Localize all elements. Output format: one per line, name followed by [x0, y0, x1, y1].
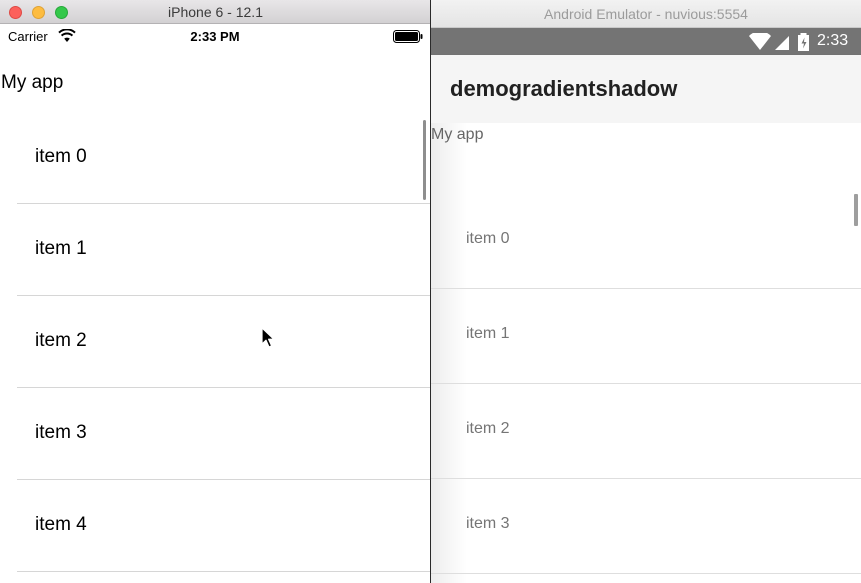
- android-status-icons: [749, 33, 809, 51]
- android-app-bar: demogradientshadow: [431, 55, 861, 123]
- android-list-scrollbar[interactable]: [854, 194, 858, 226]
- android-app-label: My app: [431, 126, 484, 143]
- android-emulator-window: Android Emulator - nuvious:5554 2:33 dem…: [431, 0, 861, 583]
- android-content: My app item 0 item 1 item 2 item 3: [431, 123, 861, 583]
- list-item-label: item 4: [35, 514, 87, 535]
- ios-simulator-window: iPhone 6 - 12.1 Carrier 2:33 PM My app i…: [0, 0, 431, 583]
- android-status-time: 2:33: [817, 32, 849, 49]
- ios-window-titlebar[interactable]: iPhone 6 - 12.1: [0, 0, 430, 24]
- list-item[interactable]: item 2: [0, 296, 430, 388]
- list-item[interactable]: item 0: [431, 194, 861, 289]
- list-item[interactable]: item 0: [0, 112, 430, 204]
- list-item[interactable]: item 4: [0, 480, 430, 572]
- list-item[interactable]: item 2: [431, 384, 861, 479]
- list-item[interactable]: item 1: [431, 289, 861, 384]
- app-bar-title: demogradientshadow: [450, 76, 678, 101]
- cell-signal-icon: [775, 36, 789, 50]
- list-item-label: item 3: [35, 422, 87, 443]
- list-item[interactable]: item 1: [0, 204, 430, 296]
- list-item-label: item 2: [35, 330, 87, 351]
- list-item-label: item 1: [35, 238, 87, 259]
- ios-status-bar: Carrier 2:33 PM: [0, 25, 430, 47]
- ios-item-list[interactable]: item 0 item 1 item 2 item 3 item 4: [0, 112, 430, 583]
- android-window-title: Android Emulator - nuvious:5554: [544, 6, 748, 22]
- battery-icon: [798, 33, 809, 51]
- ios-status-time: 2:33 PM: [190, 29, 240, 44]
- ios-app-title: My app: [1, 72, 64, 93]
- row-separator: [17, 571, 430, 572]
- ios-window-title: iPhone 6 - 12.1: [168, 4, 263, 20]
- wifi-icon: [749, 33, 771, 50]
- list-item[interactable]: item 3: [0, 388, 430, 480]
- list-item-label: item 2: [466, 420, 510, 437]
- row-separator: [431, 573, 861, 574]
- ios-list-scrollbar[interactable]: [423, 120, 426, 200]
- list-item-label: item 1: [466, 325, 510, 342]
- list-item[interactable]: item 3: [431, 479, 861, 574]
- list-item-label: item 3: [466, 515, 510, 532]
- cursor-icon: [261, 327, 275, 348]
- battery-icon: [393, 30, 423, 43]
- list-item-label: item 0: [466, 230, 510, 247]
- list-item-label: item 0: [35, 146, 87, 167]
- android-window-titlebar[interactable]: Android Emulator - nuvious:5554: [431, 0, 861, 28]
- desktop: iPhone 6 - 12.1 Carrier 2:33 PM My app i…: [0, 0, 861, 583]
- android-status-bar: 2:33: [431, 28, 861, 55]
